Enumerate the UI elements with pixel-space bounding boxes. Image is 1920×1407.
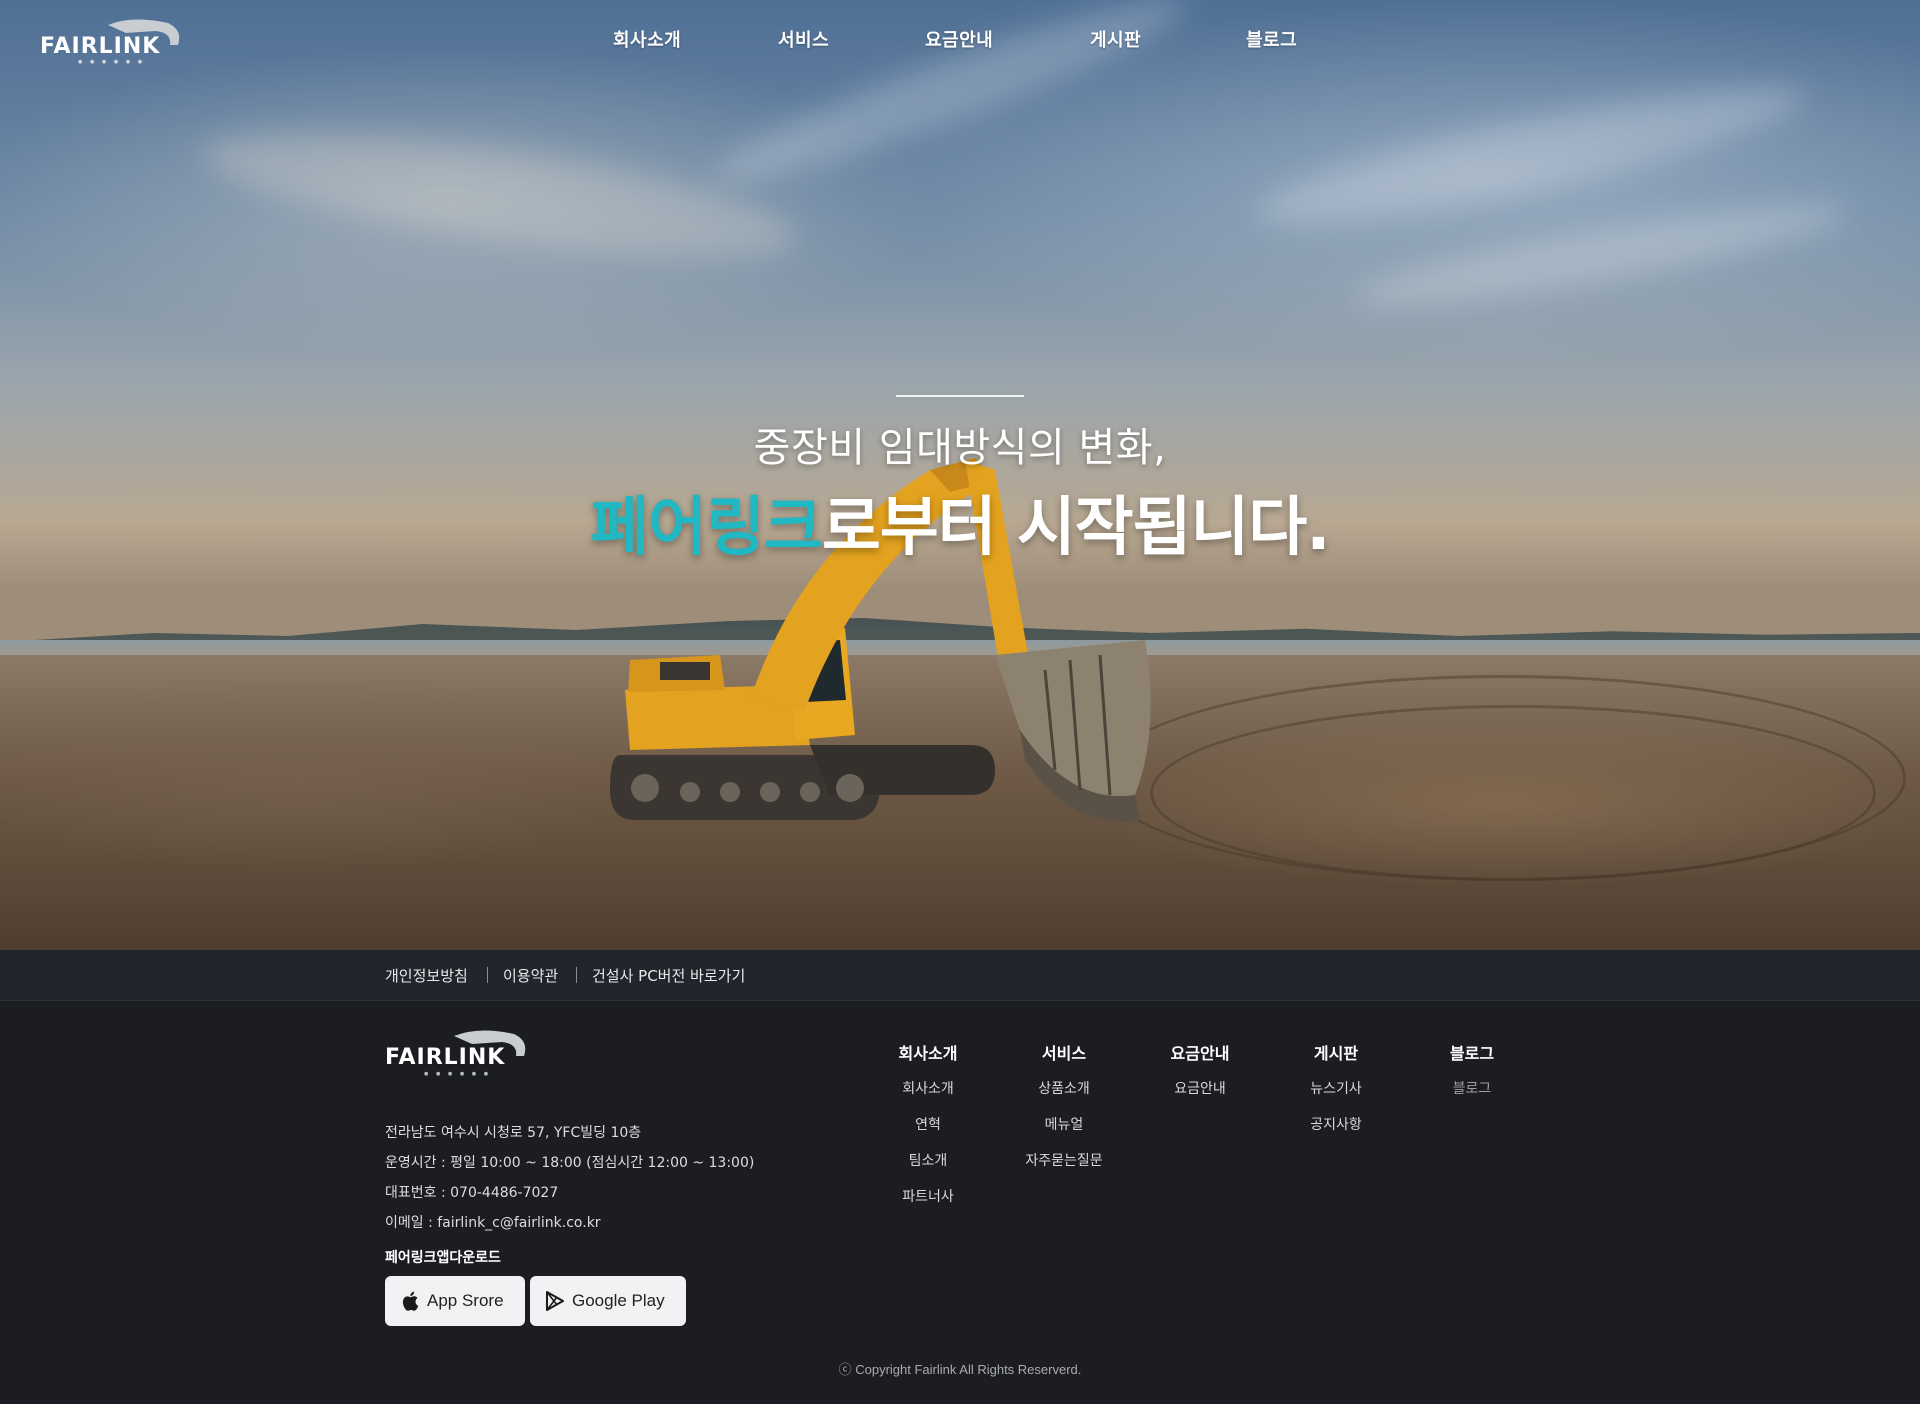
company-address: 전라남도 여수시 시청로 57, YFC빌딩 10층	[385, 1125, 642, 1141]
footer-link-products[interactable]: 상품소개	[994, 1078, 1134, 1098]
svg-text:FAIRLINK: FAIRLINK	[385, 1045, 505, 1070]
footer-link-notice[interactable]: 공지사항	[1266, 1114, 1406, 1134]
copyright-text: ⓒ Copyright Fairlink All Rights Reserver…	[838, 1362, 1082, 1377]
pc-version-link[interactable]: 건설사 PC버전 바로가기	[592, 965, 745, 986]
footer-link-company-intro[interactable]: 회사소개	[858, 1078, 998, 1098]
cloud-streak	[196, 108, 804, 282]
hero-section: FAIRLINK ● ● ● ● ● ● 회사소개 서비스 요금안내 게시판 블…	[0, 0, 1920, 950]
nav-item-pricing[interactable]: 요금안내	[925, 26, 993, 52]
email-address: 이메일 : fairlink_c@fairlink.co.kr	[385, 1215, 601, 1231]
svg-text:● ● ● ● ● ●: ● ● ● ● ● ●	[424, 1071, 491, 1077]
terms-link[interactable]: 이용약관	[503, 965, 558, 986]
nav-item-board[interactable]: 게시판	[1090, 26, 1141, 52]
app-store-label: App Srore	[427, 1291, 504, 1310]
google-play-button[interactable]: Google Play	[530, 1276, 686, 1326]
footer-col-blog[interactable]: 블로그	[1402, 1040, 1542, 1064]
footer-legal-bar: 개인정보방침 이용약관 건설사 PC버전 바로가기	[0, 950, 1920, 1001]
footer-link-blog[interactable]: 블로그	[1402, 1078, 1542, 1098]
phone-number: 대표번호 : 070-4486-7027	[385, 1185, 559, 1201]
app-store-button[interactable]: App Srore	[385, 1276, 525, 1326]
footer: 개인정보방침 이용약관 건설사 PC버전 바로가기	[0, 950, 1920, 1407]
footer-link-news[interactable]: 뉴스기사	[1266, 1078, 1406, 1098]
app-download-title: 페어링크앱다운로드	[385, 1250, 501, 1266]
hero-title-brand: 페어링크	[590, 491, 823, 565]
business-hours: 운영시간 : 평일 10:00 ~ 18:00 (점심시간 12:00 ~ 13…	[385, 1155, 755, 1171]
footer-col-service[interactable]: 서비스	[994, 1040, 1134, 1064]
footer-link-faq[interactable]: 자주묻는질문	[994, 1150, 1134, 1170]
nav-item-service[interactable]: 서비스	[778, 26, 829, 52]
footer-link-manual[interactable]: 메뉴얼	[994, 1114, 1134, 1134]
hero-title: 페어링크로부터 시작됩니다.	[0, 476, 1920, 568]
nav-item-blog[interactable]: 블로그	[1246, 26, 1297, 52]
footer-link-team[interactable]: 팀소개	[858, 1150, 998, 1170]
footer-col-board[interactable]: 게시판	[1266, 1040, 1406, 1064]
hero-divider	[896, 395, 1024, 397]
footer-link-history[interactable]: 연혁	[858, 1114, 998, 1134]
footer-col-pricing[interactable]: 요금안내	[1130, 1040, 1270, 1064]
privacy-policy-link[interactable]: 개인정보방침	[385, 965, 468, 986]
nav-item-company[interactable]: 회사소개	[613, 26, 681, 52]
footer-link-partners[interactable]: 파트너사	[858, 1186, 998, 1206]
legal-separator	[487, 967, 488, 983]
main-nav: 회사소개 서비스 요금안내 게시판 블로그	[0, 26, 1920, 56]
footer-link-pricing[interactable]: 요금안내	[1130, 1078, 1270, 1098]
footer-logo[interactable]: FAIRLINK ● ● ● ● ● ●	[384, 1026, 529, 1078]
svg-text:● ● ● ● ● ●: ● ● ● ● ● ●	[78, 59, 145, 65]
footer-col-company[interactable]: 회사소개	[858, 1040, 998, 1064]
hero-title-rest: 로부터 시작됩니다.	[821, 491, 1331, 565]
google-play-label: Google Play	[572, 1291, 665, 1310]
google-play-icon	[546, 1291, 564, 1311]
legal-separator	[576, 967, 577, 983]
apple-icon	[402, 1291, 419, 1311]
hero-subtitle: 중장비 임대방식의 변화,	[753, 425, 1167, 471]
